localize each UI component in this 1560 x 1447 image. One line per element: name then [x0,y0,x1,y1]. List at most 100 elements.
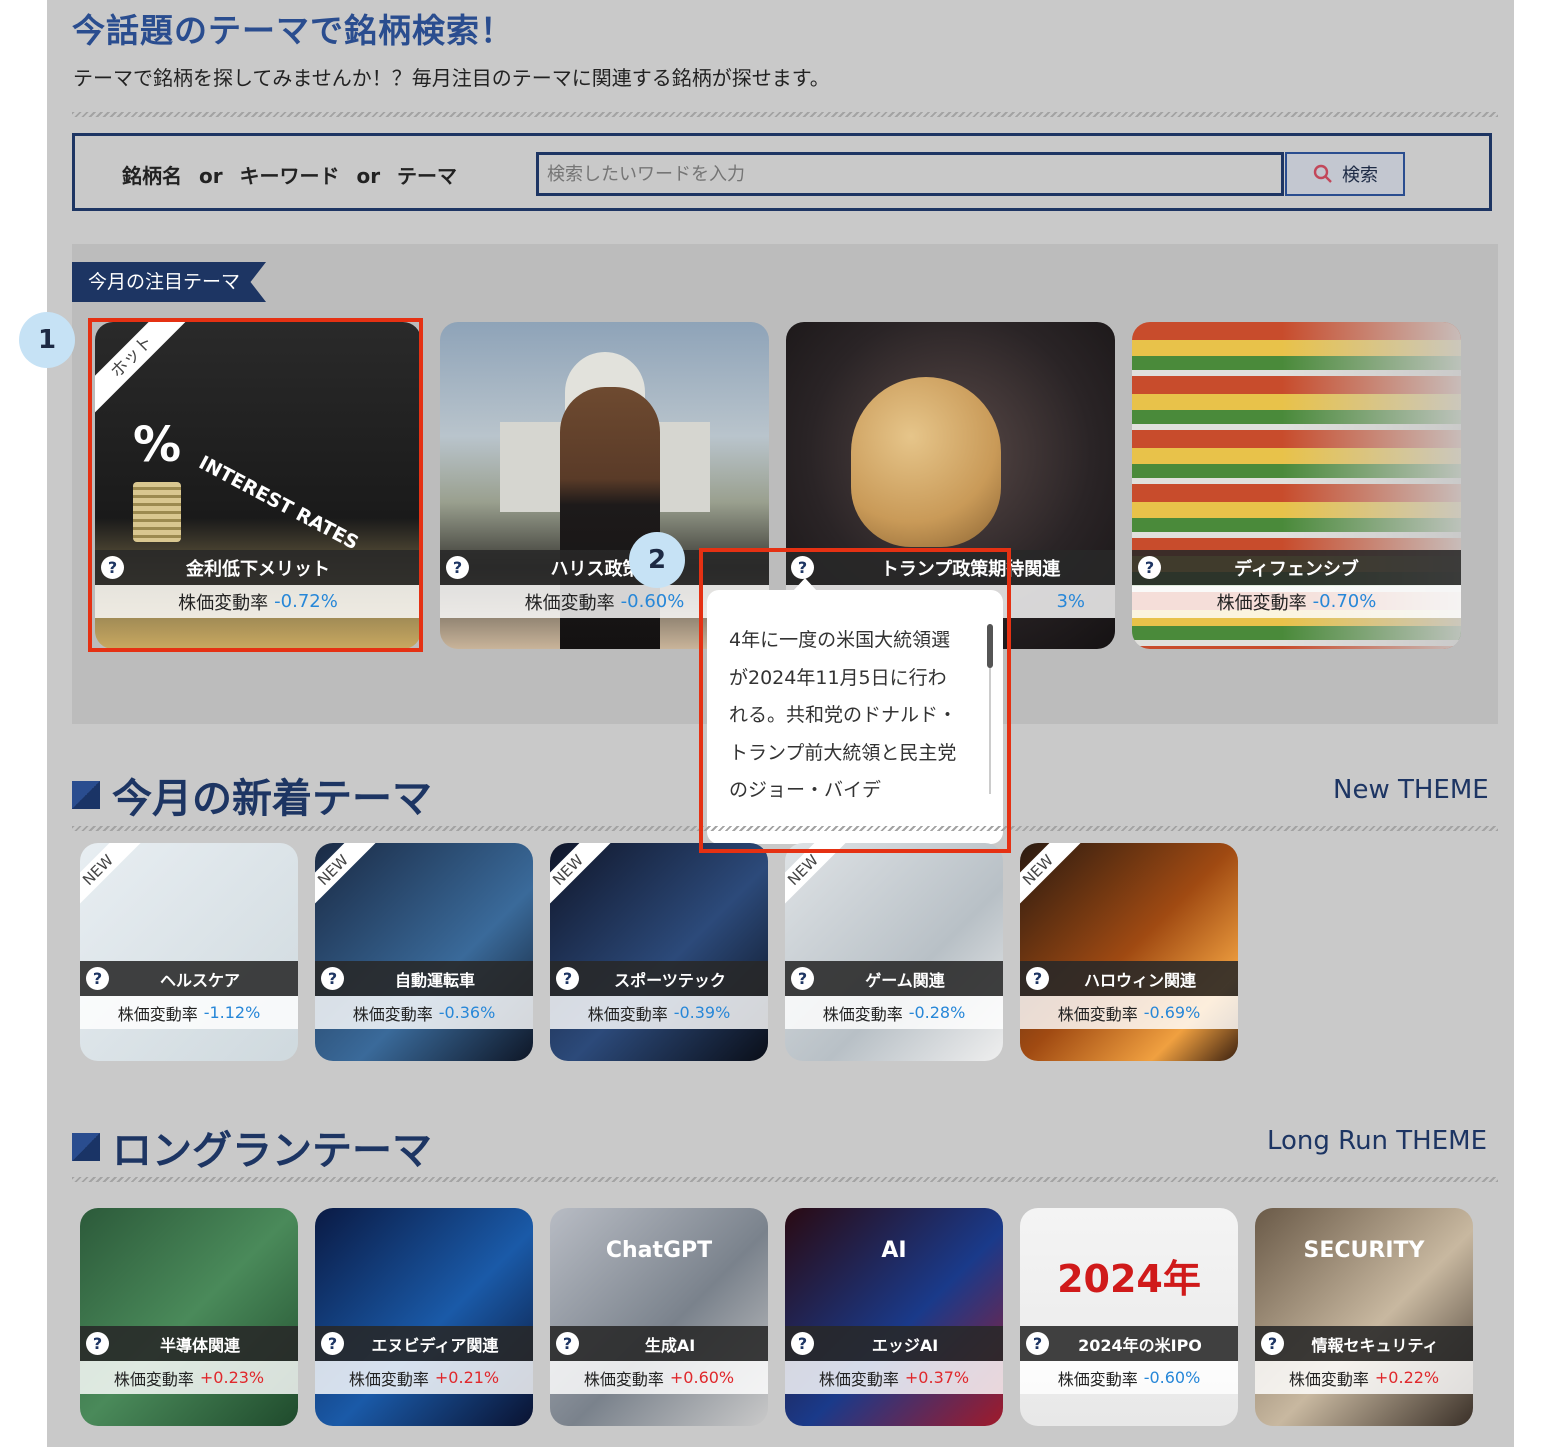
theme-title-bar: ? エヌビディア関連 [315,1326,533,1361]
help-icon[interactable]: ? [791,1332,814,1355]
rate-value: -0.60% [1143,1368,1201,1387]
rate-label: 株価変動率 [117,1004,198,1024]
search-input[interactable] [536,152,1284,196]
rate-value: -0.60% [620,591,685,612]
rate-value: -0.36% [438,1003,496,1022]
help-icon[interactable]: ? [86,1332,109,1355]
image-caption: SECURITY [1303,1238,1425,1263]
new-theme-en: New THEME [1333,775,1489,805]
rate-value: +0.37% [904,1368,970,1387]
search-icon [1313,164,1332,183]
theme-card[interactable]: NEW? ゲーム関連 株価変動率 -0.28% [785,843,1003,1061]
theme-card[interactable]: NEW? 自動運転車 株価変動率 -0.36% [315,843,533,1061]
search-panel: 銘柄名 or キーワード or テーマ 検索 [72,133,1492,211]
help-icon[interactable]: ? [321,1332,344,1355]
help-icon[interactable]: ? [1026,967,1049,990]
theme-title-bar: ? ゲーム関連 [785,961,1003,996]
theme-card[interactable]: NEW? スポーツテック 株価変動率 -0.39% [550,843,768,1061]
theme-name: ディフェンシブ [1234,558,1359,580]
theme-title-bar: ? 半導体関連 [80,1326,298,1361]
image-caption: ChatGPT [605,1238,713,1263]
theme-card-defensive[interactable]: ? ディフェンシブ 株価変動率 -0.70% [1132,322,1461,649]
rate-label: 株価変動率 [583,1369,664,1389]
highlight-box-2 [699,548,1011,853]
rate-label: 株価変動率 [1288,1369,1369,1389]
theme-rate: 株価変動率 +0.60% [550,1361,768,1394]
theme-name: エヌビディア関連 [371,1335,499,1355]
section-square-icon [72,781,100,809]
image-caption: 2024年 [1057,1257,1201,1301]
theme-name: ヘルスケア [159,970,240,990]
theme-card[interactable]: 2024年? 2024年の米IPO 株価変動率 -0.60% [1020,1208,1238,1426]
theme-rate: 株価変動率 -0.28% [785,996,1003,1029]
theme-title-bar: ? スポーツテック [550,961,768,996]
rate-value: +0.22% [1374,1368,1440,1387]
person-head [851,377,1001,547]
new-theme-title: 今月の新着テーマ [112,776,432,822]
theme-card[interactable]: NEW? ヘルスケア 株価変動率 -1.12% [80,843,298,1061]
help-icon[interactable]: ? [556,1332,579,1355]
theme-name: スポーツテック [614,970,726,990]
rate-value: +0.60% [669,1368,735,1387]
theme-name: 情報セキュリティ [1311,1335,1439,1355]
rate-value: -0.69% [1143,1003,1201,1022]
theme-card[interactable]: AI? エッジAI 株価変動率 +0.37% [785,1208,1003,1426]
help-icon[interactable]: ? [1138,556,1161,579]
theme-name: 自動運転車 [394,970,475,990]
long-theme-header: ロングランテーマ [72,1118,432,1176]
help-icon[interactable]: ? [446,556,469,579]
theme-title-bar: ? 2024年の米IPO [1020,1326,1238,1361]
help-icon[interactable]: ? [1261,1332,1284,1355]
theme-title-bar: ? ヘルスケア [80,961,298,996]
long-theme-en: Long Run THEME [1267,1126,1488,1156]
rate-label: 株価変動率 [1057,1369,1138,1389]
rate-value: -0.28% [908,1003,966,1022]
page-title: 今話題のテーマで銘柄検索！ [72,11,514,50]
theme-name-suffix: 関連 [1024,558,1061,580]
help-icon[interactable]: ? [556,967,579,990]
theme-name: 2024年の米IPO [1078,1335,1202,1355]
theme-rate: 株価変動率 +0.23% [80,1361,298,1394]
help-icon[interactable]: ? [791,967,814,990]
help-icon[interactable]: ? [1026,1332,1049,1355]
rate-label: 株価変動率 [822,1004,903,1024]
new-theme-header: 今月の新着テーマ [72,766,432,824]
theme-rate: 株価変動率 -0.39% [550,996,768,1029]
hot-theme-ribbon: 今月の注目テーマ [72,262,267,302]
theme-name: 生成AI [644,1335,696,1355]
theme-name: 半導体関連 [159,1335,240,1355]
theme-name: ゲーム関連 [865,970,945,990]
rate-label: 株価変動率 [348,1369,429,1389]
rate-label: 株価変動率 [352,1004,433,1024]
search-button[interactable]: 検索 [1285,152,1405,196]
theme-card[interactable]: NEW? ハロウィン関連 株価変動率 -0.69% [1020,843,1238,1061]
theme-name: ハロウィン関連 [1083,970,1196,990]
help-icon[interactable]: ? [321,967,344,990]
rate-label: 株価変動率 [587,1004,668,1024]
rate-label: 株価変動率 [1216,592,1307,614]
theme-card[interactable]: ? 半導体関連株価変動率 +0.23% [80,1208,298,1426]
theme-title-bar: ? 自動運転車 [315,961,533,996]
section-square-icon [72,1133,100,1161]
rate-label: 株価変動率 [524,592,615,614]
rate-label: 株価変動率 [818,1369,899,1389]
theme-name: エッジAI [871,1335,939,1355]
divider [72,112,1498,117]
rate-value: 3% [1056,591,1085,612]
step-badge-2: 2 [629,532,685,588]
search-label: 銘柄名 or キーワード or テーマ [122,164,458,188]
theme-card[interactable]: ChatGPT? 生成AI 株価変動率 +0.60% [550,1208,768,1426]
rate-value: +0.21% [434,1368,500,1387]
highlight-box-1 [88,318,423,652]
search-button-label: 検索 [1342,165,1378,186]
rate-value: -0.39% [673,1003,731,1022]
theme-rate: 株価変動率 +0.37% [785,1361,1003,1394]
rate-value: +0.23% [199,1368,265,1387]
theme-rate: 株価変動率 -0.60% [1020,1361,1238,1394]
help-icon[interactable]: ? [86,967,109,990]
theme-rate: 株価変動率 -0.70% [1132,585,1461,618]
theme-card[interactable]: ? エヌビディア関連株価変動率 +0.21% [315,1208,533,1426]
theme-rate: 株価変動率 +0.22% [1255,1361,1473,1394]
theme-card[interactable]: SECURITY? 情報セキュリティ株価変動率 +0.22% [1255,1208,1473,1426]
step-badge-1: 1 [19,312,75,368]
